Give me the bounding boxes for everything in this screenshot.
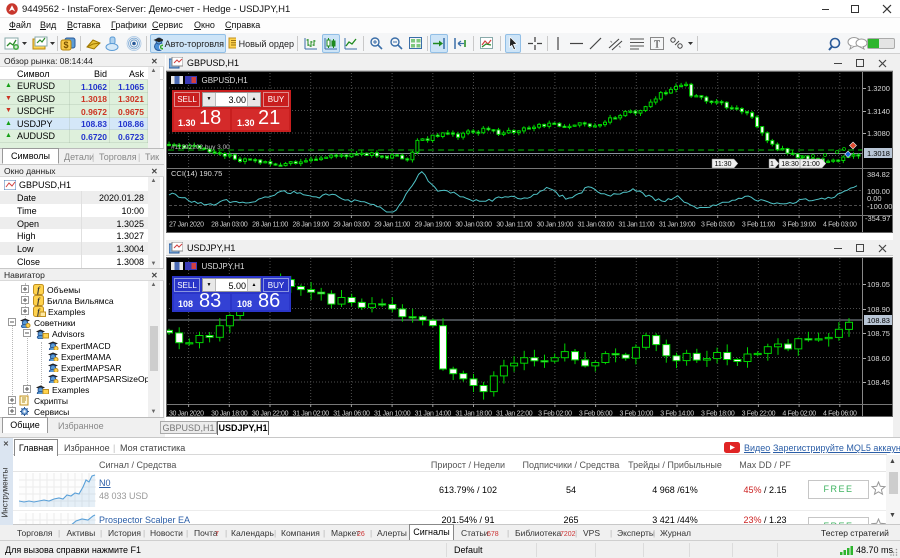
svg-text:29 Jan 19:00: 29 Jan 19:00 — [415, 222, 452, 229]
svg-text:31 Jan 03:00: 31 Jan 03:00 — [577, 222, 614, 229]
svg-text:31 Jan 10:00: 31 Jan 10:00 — [374, 411, 411, 418]
svg-text:3 Feb 22:00: 3 Feb 22:00 — [742, 411, 776, 418]
svg-text:27 Jan 2020: 27 Jan 2020 — [169, 222, 204, 229]
svg-text:31 Jan 18:00: 31 Jan 18:00 — [455, 411, 492, 418]
svg-text:4 Feb 06:00: 4 Feb 06:00 — [823, 411, 857, 418]
svg-text:30 Jan 03:00: 30 Jan 03:00 — [455, 222, 492, 229]
svg-text:30 Jan 11:00: 30 Jan 11:00 — [496, 222, 532, 229]
svg-text:3 Feb 11:00: 3 Feb 11:00 — [742, 222, 775, 229]
svg-text:30 Jan 22:00: 30 Jan 22:00 — [252, 411, 289, 418]
svg-text:29 Jan 11:00: 29 Jan 11:00 — [374, 222, 410, 229]
svg-text:3 Feb 18:00: 3 Feb 18:00 — [701, 411, 735, 418]
svg-text:31 Jan 22:00: 31 Jan 22:00 — [496, 411, 533, 418]
svg-text:3 Feb 06:00: 3 Feb 06:00 — [579, 411, 613, 418]
svg-text:3 Feb 10:00: 3 Feb 10:00 — [620, 411, 654, 418]
svg-text:30 Jan 2020: 30 Jan 2020 — [169, 411, 204, 418]
svg-text:28 Jan 19:00: 28 Jan 19:00 — [293, 222, 330, 229]
svg-text:29 Jan 03:00: 29 Jan 03:00 — [333, 222, 370, 229]
svg-text:3 Feb 19:00: 3 Feb 19:00 — [782, 222, 816, 229]
svg-text:3 Feb 14:00: 3 Feb 14:00 — [660, 411, 694, 418]
svg-text:30 Jan 19:00: 30 Jan 19:00 — [537, 222, 574, 229]
svg-text:28 Jan 11:00: 28 Jan 11:00 — [252, 222, 288, 229]
svg-text:31 Jan 06:00: 31 Jan 06:00 — [333, 411, 370, 418]
svg-text:31 Jan 11:00: 31 Jan 11:00 — [618, 222, 654, 229]
svg-text:3 Feb 02:00: 3 Feb 02:00 — [538, 411, 572, 418]
svg-text:T: T — [653, 40, 659, 51]
svg-text:31 Jan 19:00: 31 Jan 19:00 — [659, 222, 696, 229]
svg-text:4 Feb 03:00: 4 Feb 03:00 — [823, 222, 857, 229]
svg-text:28 Jan 03:00: 28 Jan 03:00 — [211, 222, 248, 229]
svg-text:31 Jan 02:00: 31 Jan 02:00 — [293, 411, 330, 418]
svg-text:4 Feb 02:00: 4 Feb 02:00 — [782, 411, 816, 418]
svg-text:30 Jan 18:00: 30 Jan 18:00 — [211, 411, 248, 418]
svg-text:$: $ — [63, 40, 68, 50]
svg-text:31 Jan 14:00: 31 Jan 14:00 — [415, 411, 452, 418]
svg-text:3 Feb 03:00: 3 Feb 03:00 — [701, 222, 735, 229]
